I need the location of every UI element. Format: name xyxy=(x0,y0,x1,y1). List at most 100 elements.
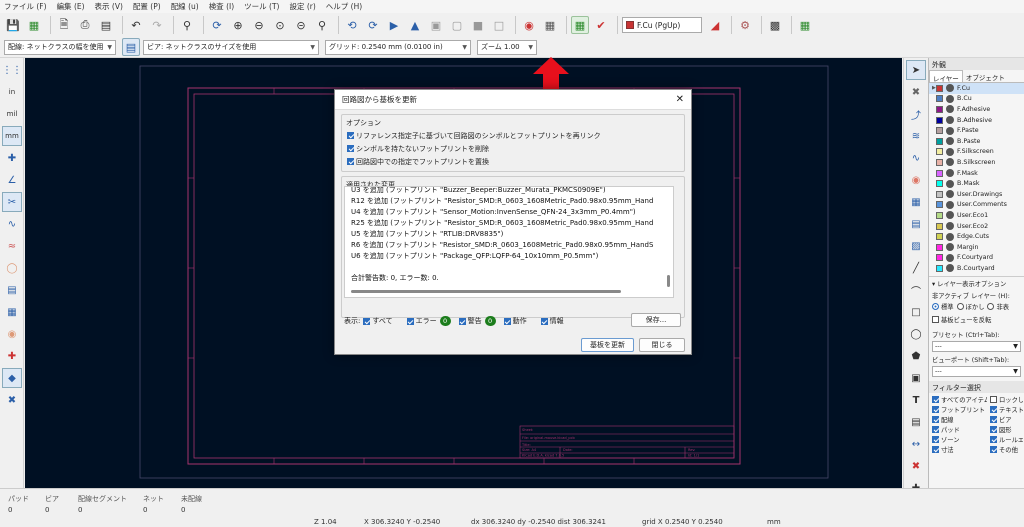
plugin-icon[interactable]: ▦ xyxy=(796,16,814,34)
layer-select[interactable]: F.Cu (PgUp) xyxy=(622,17,702,33)
select-icon[interactable]: ➤ xyxy=(906,60,926,80)
netlist-icon[interactable]: ◉ xyxy=(520,16,538,34)
ungroup-icon[interactable]: ▢ xyxy=(448,16,466,34)
eye-icon[interactable] xyxy=(946,253,954,262)
zoom-in-icon[interactable]: ⊕ xyxy=(229,16,247,34)
filter-checkbox[interactable]: テキスト xyxy=(987,405,1023,414)
filter-checkbox[interactable]: ロックし xyxy=(987,395,1023,404)
flip-board-checkbox[interactable]: 基板ビューを反転 xyxy=(929,315,1024,324)
layer-color-swatch[interactable] xyxy=(936,243,943,251)
track-outline-icon[interactable]: ≈ xyxy=(2,236,22,256)
highlight-net-icon[interactable]: ✚ xyxy=(2,346,22,366)
route-track-icon[interactable]: ⤴ xyxy=(906,104,926,124)
menu-item[interactable]: ファイル (F) xyxy=(4,1,47,12)
close-button[interactable]: 閉じる xyxy=(639,338,685,352)
plot-icon[interactable]: ▤ xyxy=(97,16,115,34)
inactive-normal-radio[interactable]: 標準 xyxy=(932,302,954,311)
layer-display-options[interactable]: ▾ レイヤー表示オプション xyxy=(929,279,1024,288)
zone-fill-icon[interactable]: ◉ xyxy=(2,324,22,344)
zoom-out-icon[interactable]: ⊖ xyxy=(250,16,268,34)
filter-checkbox[interactable]: ゾーン xyxy=(929,435,987,444)
eye-icon[interactable] xyxy=(946,190,954,199)
filter-checkbox[interactable]: その他 xyxy=(987,445,1023,454)
layer-color-swatch[interactable] xyxy=(936,95,943,103)
message-panel[interactable]: U3 を追加 (フットプリント "Buzzer_Beeper:Buzzer_Mu… xyxy=(344,186,674,298)
viewports-dropdown[interactable]: --- ▼ xyxy=(932,365,1021,377)
eye-icon[interactable] xyxy=(946,116,954,125)
find-icon[interactable]: ⚲ xyxy=(178,16,196,34)
eye-icon[interactable] xyxy=(946,84,954,93)
scripting-icon[interactable]: ⚙ xyxy=(736,16,754,34)
zone-outline-icon[interactable]: ▦ xyxy=(2,302,22,322)
via-size-dropdown[interactable]: ビア: ネットクラスのサイズを使用 ▼ xyxy=(143,39,319,55)
ratsnest-icon[interactable]: ✂ xyxy=(2,192,22,212)
update-pcb-button[interactable]: 基板を更新 xyxy=(581,338,634,352)
layer-color-swatch[interactable] xyxy=(936,158,943,166)
option-checkbox[interactable]: リファレンス指定子に基づいて回路図のシンボルとフットプリントを再リンク xyxy=(347,129,684,142)
eye-icon[interactable] xyxy=(946,147,954,156)
layer-color-swatch[interactable] xyxy=(936,116,943,124)
message-filter-checkbox[interactable]: 警告 0 xyxy=(458,316,502,326)
layer-row[interactable]: B.Paste xyxy=(929,136,1024,147)
layer-row[interactable]: F.Paste xyxy=(929,125,1024,136)
highlight-net-icon[interactable]: ✖ xyxy=(906,82,926,102)
layer-row[interactable]: Margin xyxy=(929,242,1024,253)
layer-row[interactable]: F.Silkscreen xyxy=(929,147,1024,158)
filter-checkbox[interactable]: フットプリント xyxy=(929,405,987,414)
rotate-cw-icon[interactable]: ⟳ xyxy=(364,16,382,34)
add-zone-icon[interactable]: ▤ xyxy=(906,214,926,234)
add-dimension-icon[interactable]: ↔ xyxy=(906,434,926,454)
message-filter-checkbox[interactable]: 動作 xyxy=(503,316,527,326)
add-text-icon[interactable]: T xyxy=(906,390,926,410)
layer-color-swatch[interactable] xyxy=(936,180,943,188)
layers-icon[interactable]: ◆ xyxy=(2,368,22,388)
menu-item[interactable]: 配置 (P) xyxy=(133,1,161,12)
zoom-fit-icon[interactable]: ⊙ xyxy=(271,16,289,34)
close-icon[interactable]: ✕ xyxy=(676,94,684,105)
layer-color-swatch[interactable] xyxy=(936,201,943,209)
add-image-icon[interactable]: ▣ xyxy=(906,368,926,388)
eye-icon[interactable] xyxy=(946,264,954,273)
polar-icon[interactable]: ∠ xyxy=(2,170,22,190)
lock-icon[interactable]: ■ xyxy=(469,16,487,34)
save-report-button[interactable]: 保存... xyxy=(631,313,681,327)
eye-icon[interactable] xyxy=(946,179,954,188)
layer-row[interactable]: User.Drawings xyxy=(929,189,1024,200)
layer-color-swatch[interactable] xyxy=(936,137,943,145)
flip-icon[interactable]: ▶ xyxy=(385,16,403,34)
unlock-icon[interactable]: □ xyxy=(490,16,508,34)
menu-item[interactable]: 編集 (E) xyxy=(57,1,85,12)
layer-row[interactable]: B.Cu xyxy=(929,94,1024,105)
inactive-hide-radio[interactable]: 非表 xyxy=(987,302,1009,311)
add-footprint-icon[interactable]: ◉ xyxy=(906,170,926,190)
track-width-dropdown[interactable]: 配線: ネットクラスの幅を使用 ▼ xyxy=(4,39,116,55)
layer-row[interactable]: F.Mask xyxy=(929,168,1024,179)
refresh-icon[interactable]: ⟳ xyxy=(208,16,226,34)
filter-checkbox[interactable]: ルールエ xyxy=(987,435,1023,444)
zoom-selection-icon[interactable]: ⚲ xyxy=(313,16,331,34)
layer-row[interactable]: Edge.Cuts xyxy=(929,231,1024,242)
message-filter-checkbox[interactable]: すべて xyxy=(363,316,393,326)
filter-checkbox[interactable]: パッド xyxy=(929,425,987,434)
mil-icon[interactable]: mil xyxy=(2,104,22,124)
eye-icon[interactable] xyxy=(946,169,954,178)
layer-row[interactable]: B.Silkscreen xyxy=(929,157,1024,168)
filter-checkbox[interactable]: 配線 xyxy=(929,415,987,424)
layer-color-swatch[interactable] xyxy=(936,233,943,241)
print-icon[interactable]: ⎙ xyxy=(76,16,94,34)
eye-icon[interactable] xyxy=(946,137,954,146)
rotate-ccw-icon[interactable]: ⟲ xyxy=(343,16,361,34)
vertical-scrollbar[interactable] xyxy=(667,275,670,287)
grid-icon[interactable]: ⋮⋮ xyxy=(2,60,22,80)
undo-icon[interactable]: ↶ xyxy=(127,16,145,34)
menu-item[interactable]: 表示 (V) xyxy=(95,1,123,12)
tune-length-icon[interactable]: ∿ xyxy=(906,148,926,168)
menu-item[interactable]: 配線 (u) xyxy=(171,1,199,12)
inch-icon[interactable]: in xyxy=(2,82,22,102)
add-line-icon[interactable]: ╱ xyxy=(906,258,926,278)
eye-icon[interactable] xyxy=(946,211,954,220)
layer-row[interactable]: User.Eco2 xyxy=(929,221,1024,232)
filter-checkbox[interactable]: 図形 xyxy=(987,425,1023,434)
cursor-icon[interactable]: ✚ xyxy=(2,148,22,168)
option-checkbox[interactable]: 回路図中での指定でフットプリントを置換 xyxy=(347,155,684,168)
